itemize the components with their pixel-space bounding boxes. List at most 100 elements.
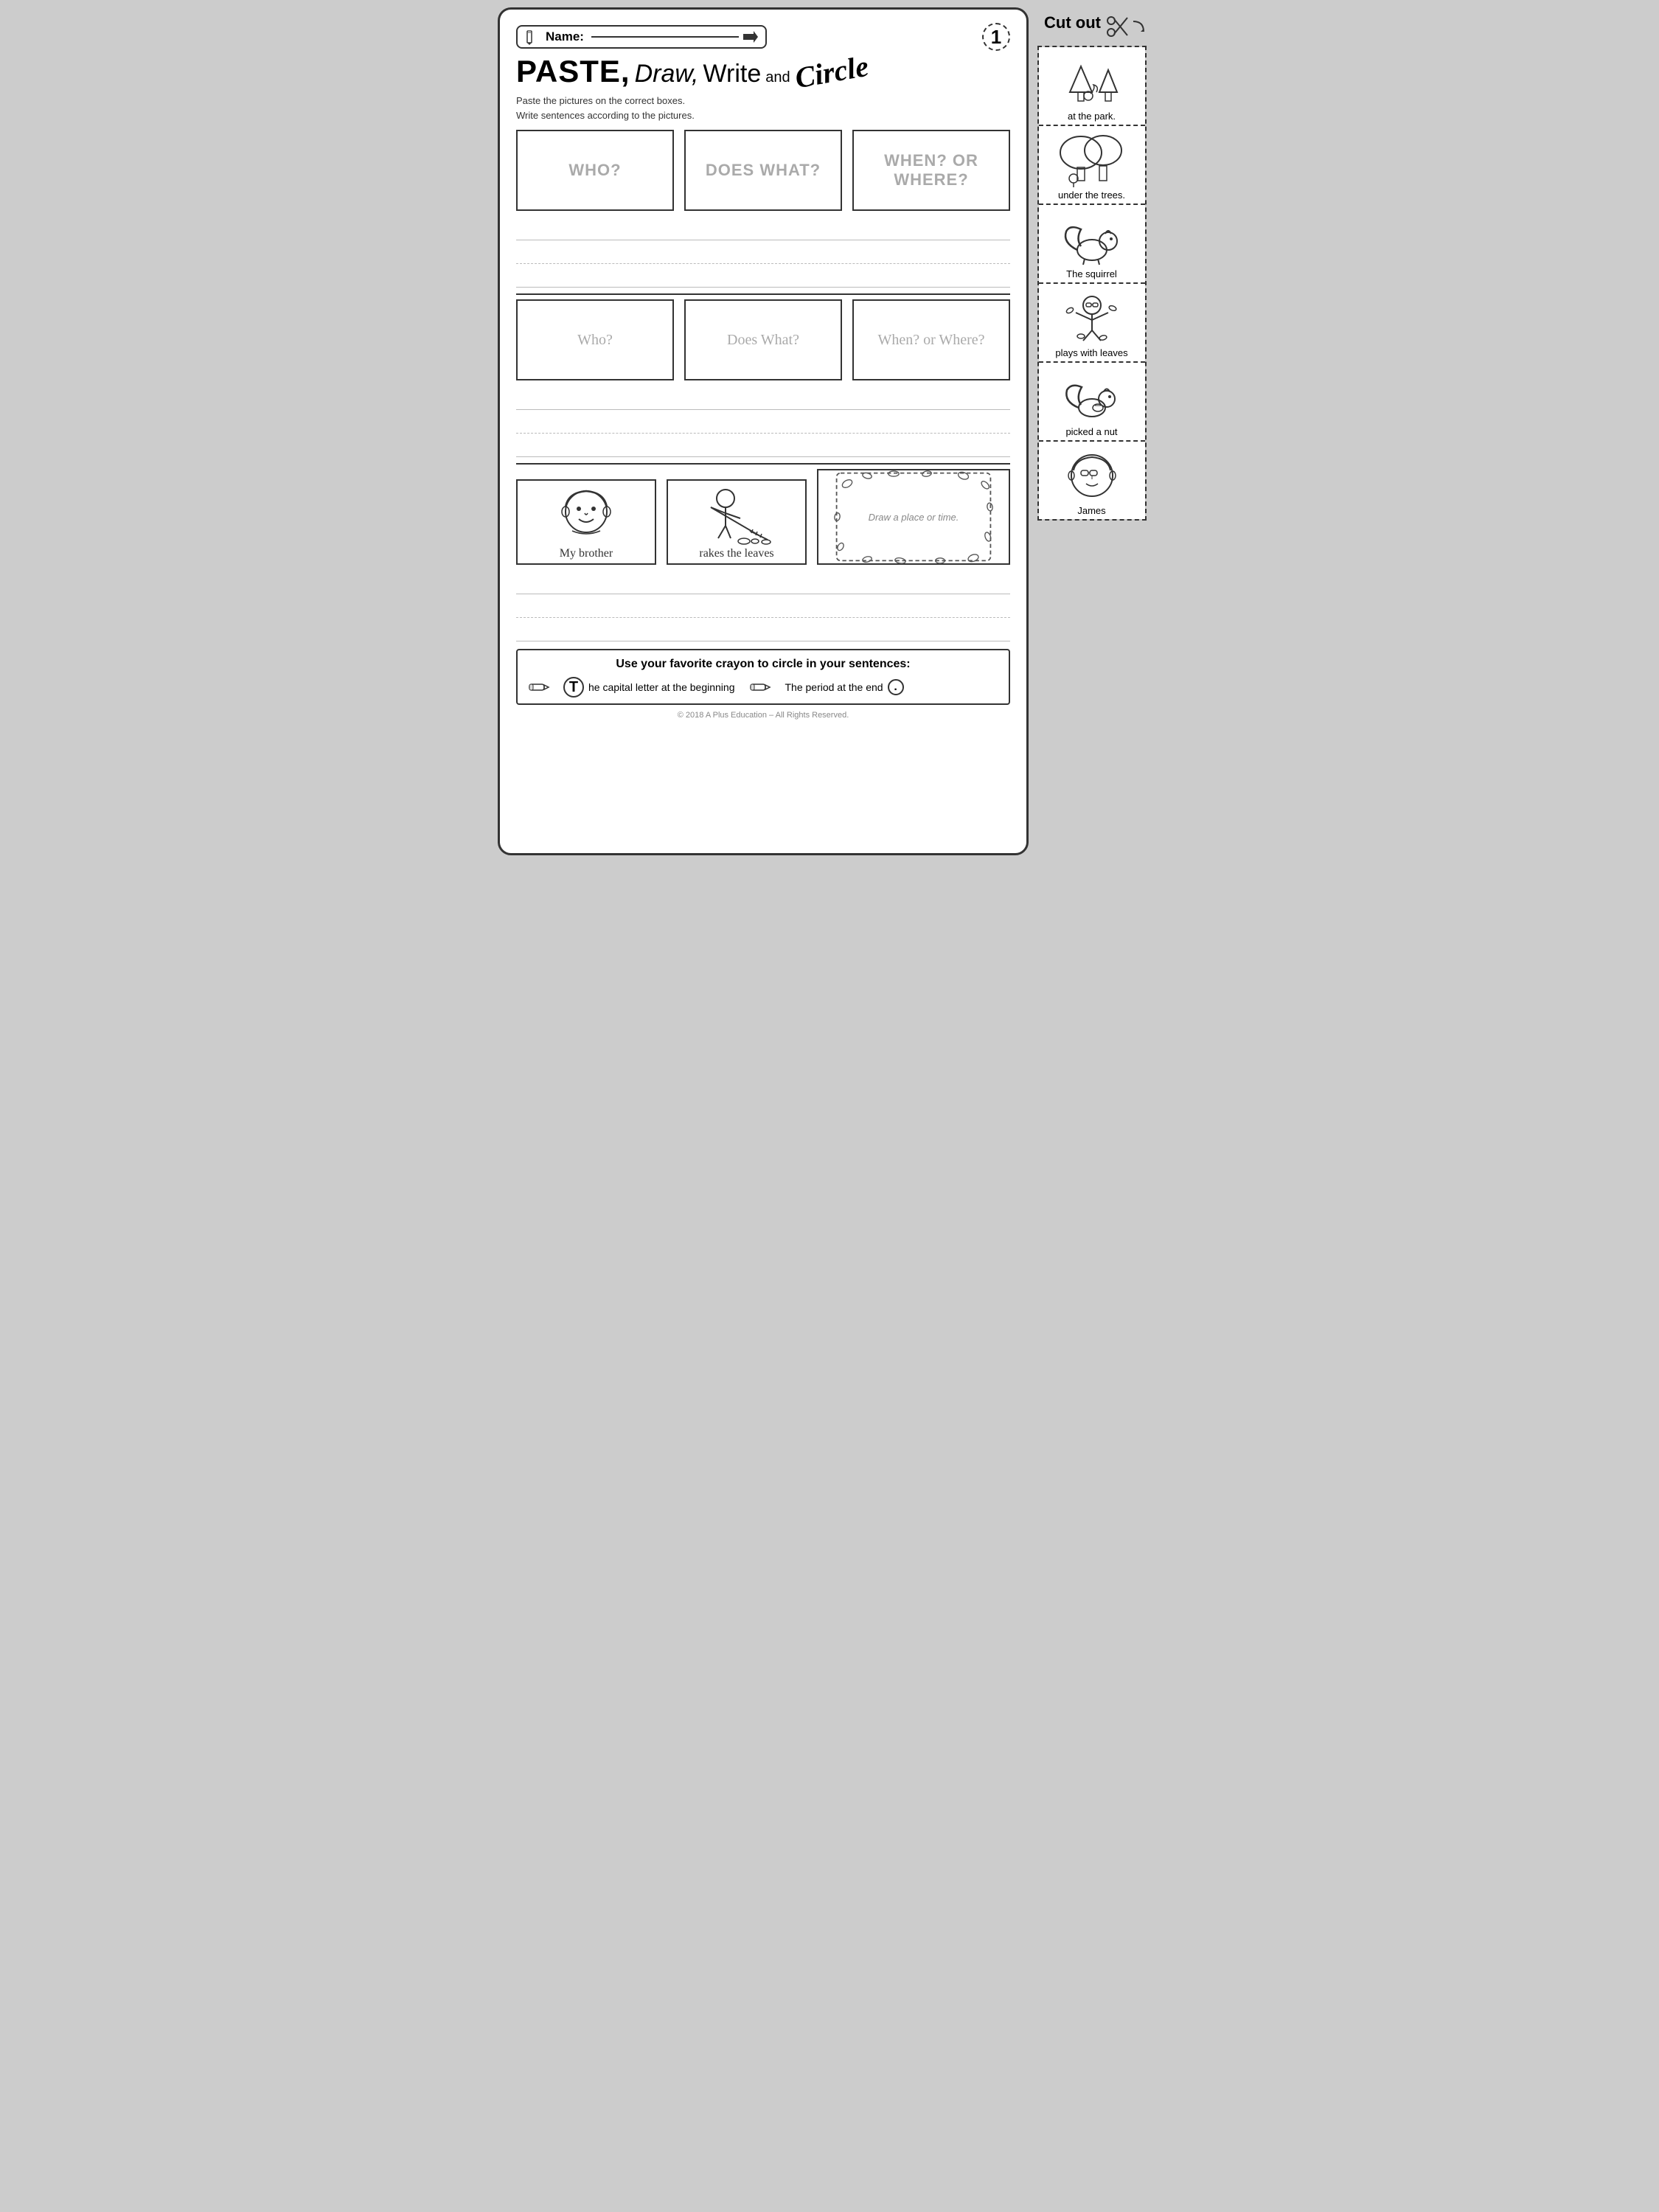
section-divider-2 — [516, 463, 1010, 465]
plays-leaves-img — [1055, 290, 1129, 345]
writing-line-dashed — [516, 410, 1010, 434]
writing-line — [516, 217, 1010, 240]
draw-box: Draw a place or time. — [817, 469, 1010, 565]
bottom-item-1: T he capital letter at the beginning — [563, 677, 734, 698]
bottom-items: T he capital letter at the beginning The… — [528, 677, 998, 698]
section1-who-box: WHO? — [516, 130, 674, 211]
bottom-box: Use your favorite crayon to circle in yo… — [516, 649, 1010, 705]
paste-card-1-label: My brother — [560, 547, 613, 560]
brother-img — [535, 485, 638, 544]
james-svg — [1055, 450, 1129, 501]
trees-svg — [1055, 134, 1129, 186]
cutout-item-1-label: at the park. — [1068, 111, 1116, 122]
section2-when-where-box: When? or Where? — [852, 299, 1010, 380]
pencil-icon — [525, 29, 541, 45]
section1-row: WHO? DOES WHAT? WHEN? OR WHERE? — [516, 130, 1010, 211]
nut-svg — [1055, 371, 1129, 422]
cutout-item-6: James — [1039, 442, 1145, 519]
page-wrapper: Name: 1 PASTE, Draw, Write and Circle Pa… — [498, 7, 1161, 855]
raking-img — [685, 485, 788, 544]
draw-box-label: Draw a place or time. — [869, 512, 959, 523]
section-divider-1 — [516, 293, 1010, 295]
park-svg — [1055, 55, 1129, 107]
writing-line — [516, 434, 1010, 457]
cutout-header: Cut out — [1037, 13, 1147, 40]
title-draw: Draw, — [635, 60, 699, 88]
bottom-title: Use your favorite crayon to circle in yo… — [528, 658, 998, 671]
section2-does-what-box: Does What? — [684, 299, 842, 380]
cutout-item-3: The squirrel — [1039, 205, 1145, 284]
writing-line — [516, 386, 1010, 410]
cutout-item-2: under the trees. — [1039, 126, 1145, 205]
bottom-item-2-text: The period at the end — [785, 681, 883, 693]
trees-img — [1055, 132, 1129, 187]
name-underline — [591, 36, 739, 38]
scissors-icon — [1104, 13, 1130, 40]
cutout-sidebar: Cut out — [1029, 7, 1150, 855]
paste-row: My brother — [516, 469, 1010, 565]
cutout-item-4: plays with leaves — [1039, 284, 1145, 363]
bottom-item-2: The period at the end . — [785, 679, 903, 695]
instruction-line1: Paste the pictures on the correct boxes. — [516, 94, 1010, 108]
section1-who-label: WHO? — [568, 161, 621, 180]
cutout-item-4-label: plays with leaves — [1055, 347, 1127, 358]
period: . — [894, 681, 897, 694]
writing-line — [516, 264, 1010, 288]
squirrel-svg — [1055, 213, 1129, 265]
arrow-right-icon — [743, 31, 758, 43]
paste-card-2-label: rakes the leaves — [699, 547, 773, 560]
period-circle: . — [888, 679, 904, 695]
cutout-item-5: picked a nut — [1039, 363, 1145, 442]
section1-does-what-box: DOES WHAT? — [684, 130, 842, 211]
writing-line — [516, 571, 1010, 594]
raking-svg — [685, 485, 788, 544]
section2-does-what-label: Does What? — [727, 332, 799, 349]
section2-row: Who? Does What? When? or Where? — [516, 299, 1010, 380]
section2-who-label: Who? — [577, 332, 613, 349]
paste-card-1: My brother — [516, 479, 656, 565]
name-box: Name: — [516, 25, 767, 49]
section2-who-box: Who? — [516, 299, 674, 380]
cutout-title: Cut out — [1044, 13, 1101, 32]
title-row: PASTE, Draw, Write and Circle — [516, 54, 1010, 89]
name-label: Name: — [546, 29, 584, 44]
writing-lines-1 — [516, 217, 1010, 288]
cutout-item-6-label: James — [1077, 505, 1105, 516]
writing-line-dashed — [516, 240, 1010, 264]
copyright: © 2018 A Plus Education – All Rights Res… — [516, 711, 1010, 720]
james-img — [1055, 448, 1129, 503]
page-number: 1 — [982, 23, 1010, 51]
section1-when-where-label: WHEN? OR WHERE? — [860, 151, 1003, 189]
cutout-item-3-label: The squirrel — [1066, 268, 1117, 279]
dashed-border-area: at the park. — [1037, 46, 1147, 521]
squirrel-img — [1055, 211, 1129, 266]
park-img — [1055, 53, 1129, 108]
cutout-item-5-label: picked a nut — [1065, 426, 1117, 437]
writing-line-dashed — [516, 594, 1010, 618]
main-sheet: Name: 1 PASTE, Draw, Write and Circle Pa… — [498, 7, 1029, 855]
title-paste: PASTE, — [516, 54, 630, 89]
crayon-icon-left — [528, 682, 549, 692]
writing-lines-2 — [516, 386, 1010, 457]
title-and: and — [765, 69, 790, 86]
crayon-icon-right — [749, 682, 770, 692]
title-write: Write — [703, 60, 762, 88]
section2-when-where-label: When? or Where? — [877, 332, 984, 349]
plays-svg — [1055, 292, 1129, 344]
instruction-line2: Write sentences according to the picture… — [516, 108, 1010, 123]
nut-img — [1055, 369, 1129, 424]
capital-letter: T — [569, 679, 578, 696]
title-circle: Circle — [792, 49, 871, 96]
section1-does-what-label: DOES WHAT? — [706, 161, 821, 180]
cut-direction-arrow — [1130, 18, 1147, 35]
section1-when-where-box: WHEN? OR WHERE? — [852, 130, 1010, 211]
cutout-item-2-label: under the trees. — [1058, 189, 1125, 201]
paste-card-2: rakes the leaves — [667, 479, 807, 565]
cutout-item-1: at the park. — [1039, 47, 1145, 126]
header-row: Name: 1 — [516, 23, 1010, 51]
capital-T-circle: T — [563, 677, 584, 698]
brother-svg — [546, 485, 627, 544]
writing-line — [516, 618, 1010, 641]
writing-lines-3 — [516, 571, 1010, 641]
bottom-item-1-text: he capital letter at the beginning — [588, 681, 734, 693]
